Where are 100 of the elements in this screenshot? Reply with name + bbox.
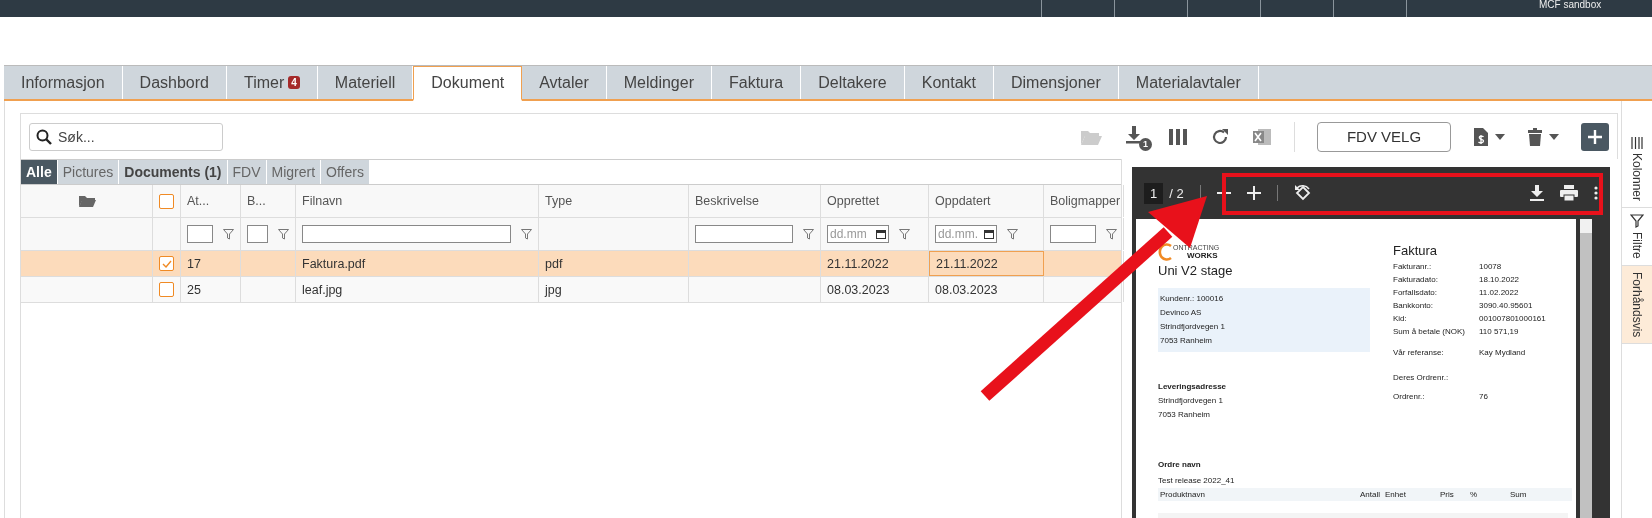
filter-icon	[1630, 214, 1644, 229]
filter-icon[interactable]	[803, 228, 814, 240]
zoom-in-icon[interactable]	[1246, 186, 1261, 200]
table-cell: 21.11.2022	[936, 256, 998, 271]
side-tab[interactable]: Filtre	[1622, 208, 1652, 266]
column-header[interactable]: Beskrivelse	[695, 194, 759, 208]
table-row[interactable]: 17 Faktura.pdf pdf 21.11.2022 21.11.2022	[21, 251, 1121, 277]
search-field[interactable]: Søk...	[29, 122, 223, 151]
fdv-button[interactable]: FDV VELG	[1317, 121, 1451, 152]
column-header[interactable]: Oppdatert	[935, 194, 991, 208]
table-cell: Faktura.pdf	[302, 256, 366, 271]
checkbox[interactable]	[159, 282, 174, 297]
address-line: Strindfjordvegen 1	[1158, 395, 1224, 407]
field-label: Fakturanr.:	[1393, 261, 1433, 272]
table-header: Produktnavn Antall Enhet Pris % Sum	[1158, 488, 1572, 501]
category-tab[interactable]: Pictures	[57, 160, 120, 184]
address-line: Strindfjordvegen 1	[1160, 321, 1226, 333]
column-header[interactable]: B...	[247, 194, 266, 208]
company-name: Uni V2 stage	[1158, 263, 1234, 278]
print-icon[interactable]	[1560, 185, 1578, 201]
add-button[interactable]	[1581, 122, 1609, 151]
side-tab[interactable]: Kolonner	[1622, 131, 1652, 209]
plus-icon	[1588, 129, 1602, 144]
search-icon	[36, 128, 52, 145]
order-text: Test release 2022_41	[1158, 475, 1236, 487]
tab[interactable]: Timer 4	[226, 66, 318, 99]
tab[interactable]: Faktura	[712, 66, 802, 99]
category-tab[interactable]: FDV	[227, 160, 267, 184]
more-icon[interactable]	[1594, 186, 1598, 200]
filter-input[interactable]	[247, 225, 268, 243]
field-label: Ordrenr.:	[1393, 391, 1426, 402]
columns-icon	[1631, 137, 1643, 149]
table-cell: 08.03.2023	[827, 282, 890, 297]
tab[interactable]: Avtaler	[522, 66, 607, 99]
invoice-title: Faktura	[1393, 243, 1439, 258]
checkmark-icon	[161, 259, 172, 268]
calendar-icon	[876, 229, 886, 239]
field-value: 18.10.2022	[1479, 274, 1521, 285]
table-cell: 21.11.2022	[827, 256, 889, 271]
scrollbar[interactable]	[1580, 219, 1592, 518]
category-tab[interactable]: Documents (1)	[119, 160, 228, 184]
column-header[interactable]: Opprettet	[827, 194, 880, 208]
table-cell: jpg	[545, 282, 562, 297]
folder-icon[interactable]	[77, 194, 96, 208]
download-icon[interactable]	[1530, 185, 1544, 201]
field-label: Forfallsdato:	[1393, 287, 1439, 298]
column-header[interactable]: Type	[545, 194, 573, 208]
tab[interactable]: Materialavtaler	[1118, 66, 1259, 99]
refresh-icon[interactable]	[1210, 126, 1230, 147]
field-value: 11.02.2022	[1479, 287, 1520, 298]
trash-icon[interactable]	[1527, 126, 1543, 147]
field-label: Bankkonto:	[1393, 300, 1435, 311]
rotate-icon[interactable]	[1293, 184, 1312, 202]
category-tab[interactable]: Offers	[321, 160, 370, 184]
tab[interactable]: Dashbord	[122, 66, 227, 99]
column-header[interactable]: Boligmapper	[1050, 194, 1121, 208]
tab[interactable]: Dimensjoner	[994, 66, 1119, 99]
field-label: Deres Ordrenr.:	[1393, 372, 1450, 383]
document-icon[interactable]	[1473, 126, 1489, 147]
checkbox[interactable]	[159, 256, 174, 271]
filter-input[interactable]	[302, 225, 511, 243]
table-cell: pdf	[545, 256, 563, 271]
category-tab[interactable]: Migrert	[266, 160, 322, 184]
table-cell: leaf.jpg	[302, 282, 343, 297]
tab[interactable]: Informasjon	[4, 66, 123, 99]
field-label: Fakturadato:	[1393, 274, 1439, 285]
filter-icon[interactable]	[899, 228, 910, 240]
filter-input[interactable]	[1050, 225, 1096, 243]
filter-icon[interactable]	[521, 228, 532, 240]
field-value: Kay Mydland	[1479, 347, 1527, 358]
columns-icon[interactable]	[1168, 127, 1188, 146]
field-value: 001007801000161	[1479, 313, 1546, 324]
field-value: 10078	[1479, 261, 1503, 272]
caret-icon[interactable]	[1549, 133, 1559, 140]
table-cell: 25	[187, 282, 201, 297]
filter-input[interactable]	[187, 225, 213, 243]
tab[interactable]: Deltakere	[801, 66, 905, 99]
filter-input[interactable]	[695, 225, 793, 243]
tab[interactable]: Meldinger	[606, 66, 712, 99]
address-line: 7053 Ranheim	[1160, 335, 1214, 347]
side-tab[interactable]: Forhåndsvis	[1622, 265, 1652, 345]
tab[interactable]: Kontakt	[904, 66, 994, 99]
account-label[interactable]: MCF sandbox	[1539, 0, 1602, 10]
field-label: Sum å betale (NOK)	[1393, 326, 1467, 337]
page-number-field[interactable]: 1	[1144, 182, 1164, 204]
filter-icon[interactable]	[278, 228, 289, 240]
table-row[interactable]: 25 leaf.jpg jpg 08.03.2023 08.03.2023	[21, 277, 1121, 303]
checkbox[interactable]	[159, 193, 174, 209]
filter-icon[interactable]	[1007, 228, 1018, 240]
tab[interactable]: Dokument	[413, 66, 523, 101]
spreadsheet-icon[interactable]	[1252, 126, 1272, 147]
field-value: 110 571,19	[1479, 326, 1520, 337]
calendar-icon	[984, 229, 994, 239]
filter-icon[interactable]	[223, 228, 234, 240]
caret-icon[interactable]	[1495, 133, 1505, 140]
address-line: Kundenr.: 100016	[1160, 293, 1225, 305]
filter-icon[interactable]	[1106, 228, 1117, 240]
column-header[interactable]: At...	[187, 194, 210, 208]
category-tab[interactable]: Alle	[21, 160, 58, 184]
column-header[interactable]: Filnavn	[302, 194, 343, 208]
